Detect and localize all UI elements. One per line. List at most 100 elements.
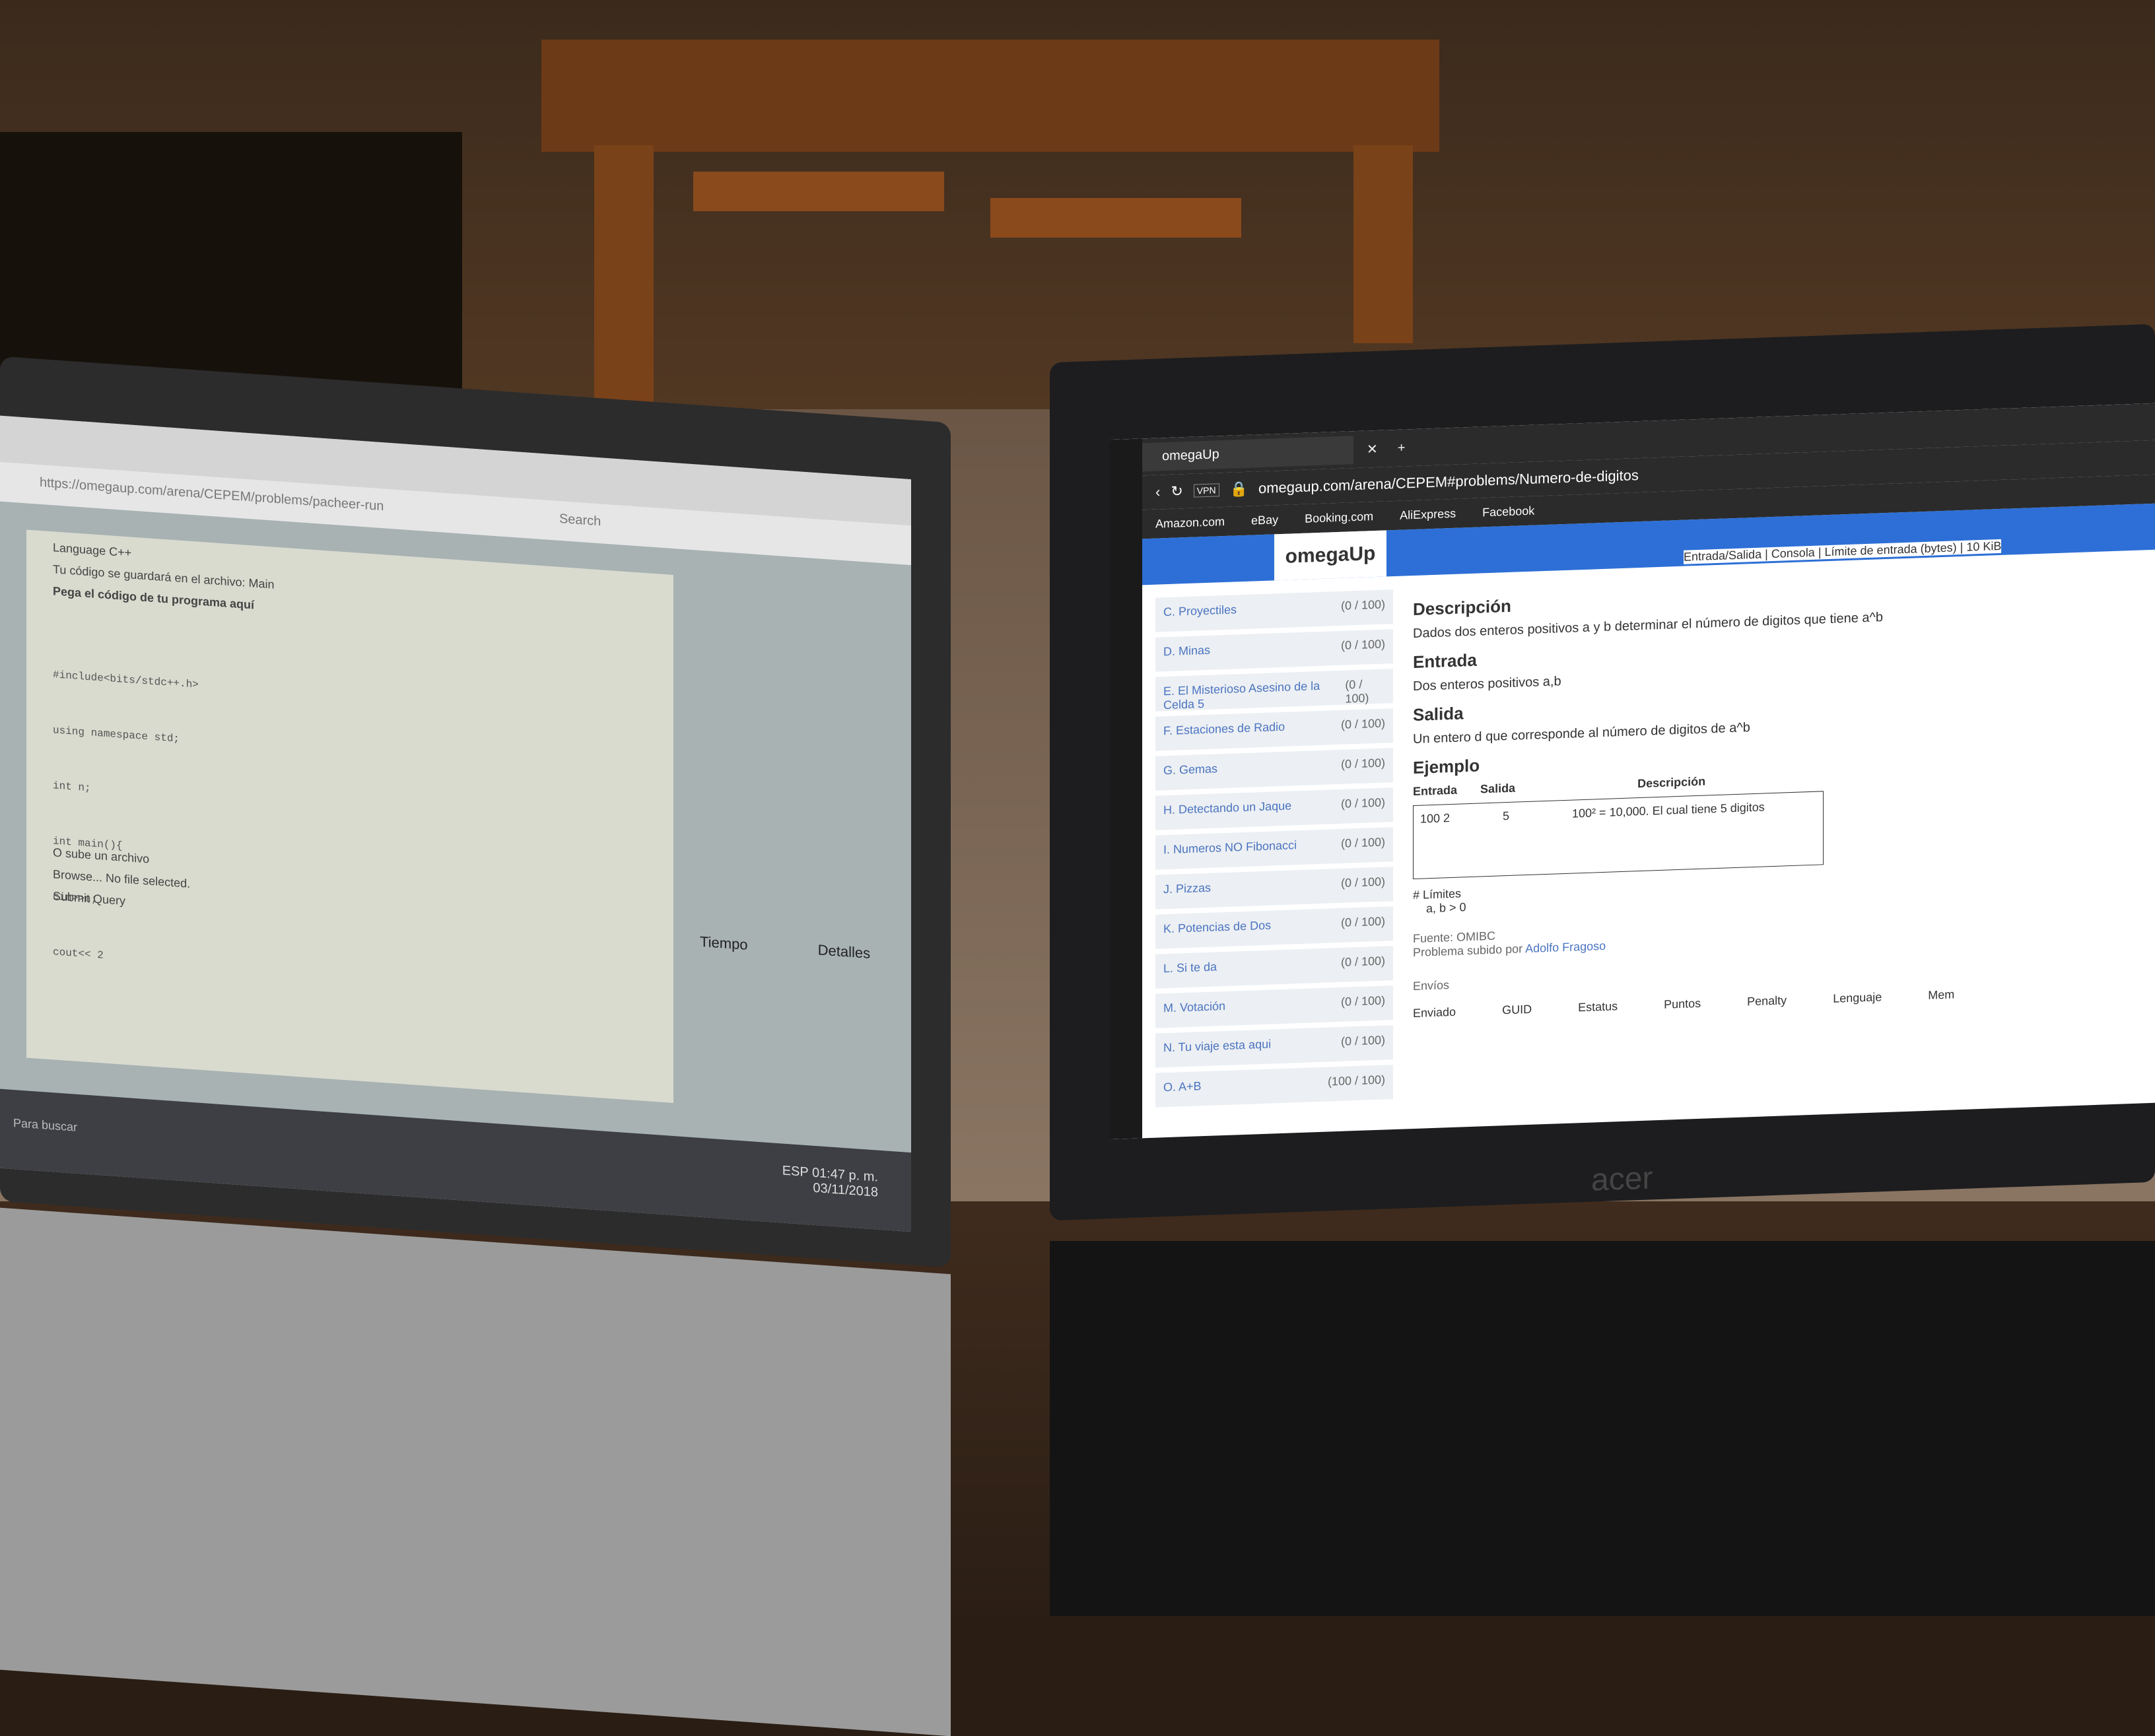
acer-logo: acer <box>1591 1160 1653 1198</box>
problem-name: K. Potencias de Dos <box>1163 918 1272 936</box>
list-item[interactable]: C. Proyectiles (0 / 100) <box>1155 589 1393 632</box>
header-limite-value: 10 KiB <box>1966 539 2002 554</box>
no-file-text: No file selected. <box>106 871 191 890</box>
right-laptop: omegaUp ✕ + ‹ ↻ VPN 🔒 omegaup.com/arena/… <box>1050 323 2155 1616</box>
list-item[interactable]: L. Si te da (0 / 100) <box>1155 946 1393 989</box>
problem-name: L. Si te da <box>1163 960 1217 976</box>
header-consola: Consola <box>1771 545 1815 561</box>
header-entrada-salida: Entrada/Salida <box>1684 547 1762 564</box>
problem-name: J. Pizzas <box>1163 881 1212 896</box>
new-tab-icon[interactable]: + <box>1398 440 1406 455</box>
list-item[interactable]: M. Votación (0 / 100) <box>1155 985 1393 1028</box>
list-item[interactable]: J. Pizzas (0 / 100) <box>1155 867 1393 910</box>
problem-score: (0 / 100) <box>1340 993 1385 1009</box>
code-line: #include<bits/stdc++.h> <box>53 669 199 691</box>
input-language[interactable]: ESP <box>782 1163 809 1180</box>
taskbar-clock[interactable]: ESP 01:47 p. m. 03/11/2018 <box>782 1163 878 1200</box>
problem-score: (0 / 100) <box>1340 795 1385 811</box>
left-laptop: https://omegaup.com/arena/CEPEM/problems… <box>0 356 951 1736</box>
left-laptop-bezel: https://omegaup.com/arena/CEPEM/problems… <box>0 356 951 1268</box>
search-box[interactable]: Search <box>559 512 601 529</box>
problem-name: E. El Misterioso Asesino de la Celda 5 <box>1163 679 1320 712</box>
runs-col: Lenguaje <box>1833 990 1882 1005</box>
windows-taskbar: Para buscar ESP 01:47 p. m. 03/11/2018 <box>0 1088 911 1232</box>
problem-score: (0 / 100) <box>1340 875 1385 890</box>
left-laptop-screen: https://omegaup.com/arena/CEPEM/problems… <box>0 415 911 1232</box>
author-link[interactable]: Adolfo Fragoso <box>1525 939 1606 955</box>
problem-score: (0 / 100) <box>1340 835 1385 850</box>
chair-seat <box>990 198 1241 238</box>
bookmark-ebay[interactable]: eBay <box>1251 513 1278 527</box>
list-item[interactable]: K. Potencias de Dos (0 / 100) <box>1155 906 1393 949</box>
problem-name: G. Gemas <box>1163 762 1218 778</box>
chair-seat <box>693 172 944 211</box>
language-label: Language <box>53 541 106 558</box>
problem-name: H. Detectando un Jaque <box>1163 799 1292 817</box>
problem-name: M. Votación <box>1163 999 1226 1015</box>
taskbar-search[interactable]: Para buscar <box>13 1116 77 1135</box>
example-table: 100 2 5 100² = 10,000. El cual tiene 5 d… <box>1413 791 1824 880</box>
example-description: 100² = 10,000. El cual tiene 5 digitos <box>1572 800 1765 820</box>
table-leg <box>1353 145 1413 343</box>
example-header-descripcion: Descripción <box>1637 774 1706 791</box>
wooden-table <box>541 40 1439 152</box>
left-laptop-keyboard <box>0 1207 951 1736</box>
runs-col: Mem <box>1928 987 1955 1002</box>
bookmark-amazon[interactable]: Amazon.com <box>1155 514 1225 531</box>
submit-dialog: Language C++ Tu código se guardará en el… <box>26 529 673 1103</box>
reload-icon[interactable]: ↻ <box>1171 483 1182 500</box>
list-item[interactable]: O. A+B (100 / 100) <box>1155 1065 1393 1108</box>
right-laptop-screen: omegaUp ✕ + ‹ ↻ VPN 🔒 omegaup.com/arena/… <box>1109 403 2155 1140</box>
address-url: omegaup.com/arena/CEPEM#problems/Numero-… <box>1258 467 1639 497</box>
lock-icon: 🔒 <box>1229 480 1248 498</box>
problem-name: D. Minas <box>1163 643 1211 659</box>
code-line: cout<< 2 <box>53 946 104 962</box>
problem-score: (0 / 100) <box>1340 914 1385 929</box>
browse-button[interactable]: Browse... <box>53 867 102 884</box>
problem-name: C. Proyectiles <box>1163 603 1237 619</box>
example-input: 100 2 <box>1420 811 1451 826</box>
problem-score: (0 / 100) <box>1340 637 1385 652</box>
table-header-detalles: Detalles <box>817 941 871 962</box>
problem-score: (0 / 100) <box>1340 716 1385 731</box>
example-output: 5 <box>1503 809 1510 823</box>
list-item[interactable]: N. Tu viaje esta aqui (0 / 100) <box>1155 1025 1393 1068</box>
runs-col: Estatus <box>1578 999 1618 1015</box>
problem-score: (0 / 100) <box>1340 954 1385 969</box>
omegaup-page: omegaUp Entrada/Salida | Consola | Límit… <box>1142 503 2155 1139</box>
header-limite: Límite de entrada (bytes) <box>1824 541 1957 559</box>
bookmark-aliexpress[interactable]: AliExpress <box>1400 506 1456 522</box>
language-select[interactable]: C++ <box>109 545 131 559</box>
table-leg <box>594 145 654 436</box>
omegaup-logo[interactable]: omegaUp <box>1274 530 1386 581</box>
list-item[interactable]: F. Estaciones de Radio (0 / 100) <box>1155 708 1393 751</box>
example-header-salida: Salida <box>1480 781 1516 796</box>
list-item[interactable]: D. Minas (0 / 100) <box>1155 629 1393 672</box>
problem-name: N. Tu viaje esta aqui <box>1163 1037 1272 1055</box>
vpn-badge[interactable]: VPN <box>1193 483 1219 498</box>
close-tab-icon[interactable]: ✕ <box>1367 440 1378 457</box>
runs-col: Penalty <box>1747 993 1787 1009</box>
problem-score: (0 / 100) <box>1340 756 1385 771</box>
runs-col: Enviado <box>1413 1005 1456 1020</box>
problem-score: (0 / 100) <box>1345 677 1369 706</box>
list-item[interactable]: H. Detectando un Jaque (0 / 100) <box>1155 787 1393 830</box>
list-item[interactable]: E. El Misterioso Asesino de la Celda 5 (0… <box>1155 669 1393 712</box>
bookmark-facebook[interactable]: Facebook <box>1482 504 1534 519</box>
bookmark-booking[interactable]: Booking.com <box>1305 510 1373 526</box>
list-item[interactable]: I. Numeros NO Fibonacci (0 / 100) <box>1155 827 1393 870</box>
code-editor[interactable]: #include<bits/stdc++.h> using namespace … <box>26 600 673 1042</box>
code-line: int n; <box>53 780 91 795</box>
code-line: using namespace std; <box>53 724 180 745</box>
runs-col: Puntos <box>1664 996 1701 1011</box>
problem-list: C. Proyectiles (0 / 100) D. Minas (0 / 100… <box>1155 589 1393 1113</box>
opera-sidebar <box>1109 438 1142 1140</box>
problem-name: O. A+B <box>1163 1079 1202 1094</box>
problem-score: (0 / 100) <box>1340 1033 1385 1048</box>
problem-name: I. Numeros NO Fibonacci <box>1163 838 1297 857</box>
list-item[interactable]: G. Gemas (0 / 100) <box>1155 748 1393 791</box>
tab-omegaup[interactable]: omegaUp <box>1142 435 1353 471</box>
table-header-tiempo: Tiempo <box>700 933 748 953</box>
back-icon[interactable]: ‹ <box>1155 483 1160 500</box>
problem-statement: Descripción Dados dos enteros positivos … <box>1413 563 2142 1020</box>
